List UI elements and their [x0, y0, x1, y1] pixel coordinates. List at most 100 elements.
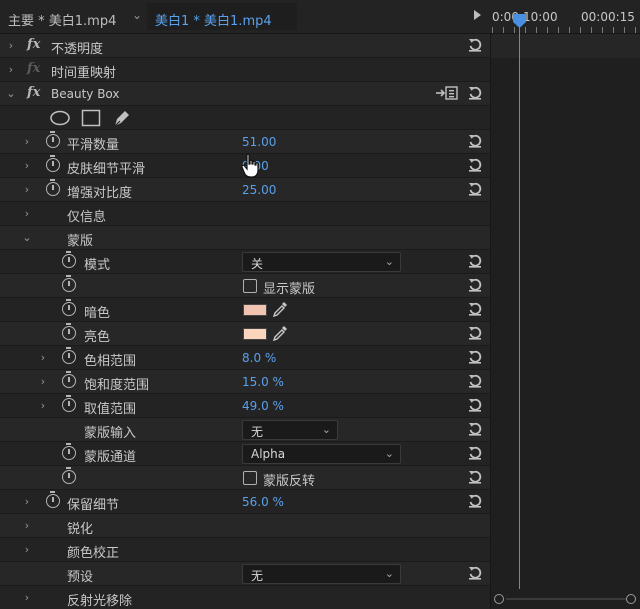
- reset-icon[interactable]: [467, 325, 483, 341]
- scroll-end-handle[interactable]: [626, 594, 636, 604]
- hue-range-value[interactable]: 8.0 %: [242, 351, 276, 365]
- group-row-color-correction[interactable]: › 颜色校正: [0, 538, 490, 562]
- collapse-icon[interactable]: ⌄: [22, 231, 32, 244]
- reset-icon[interactable]: [467, 397, 483, 413]
- expand-icon[interactable]: ›: [22, 159, 32, 172]
- reset-icon[interactable]: [467, 469, 483, 485]
- playhead-line[interactable]: [519, 22, 520, 589]
- effect-row-opacity[interactable]: › fx 不透明度: [0, 34, 490, 58]
- reset-icon[interactable]: [467, 301, 483, 317]
- reset-icon[interactable]: [467, 181, 483, 197]
- stopwatch-icon[interactable]: [62, 443, 76, 460]
- stopwatch-icon[interactable]: [46, 491, 60, 508]
- play-icon[interactable]: [474, 10, 481, 20]
- reset-icon[interactable]: [467, 133, 483, 149]
- reset-icon[interactable]: [467, 253, 483, 269]
- reset-icon[interactable]: [467, 445, 483, 461]
- collapse-icon[interactable]: ⌄: [6, 87, 16, 100]
- param-row-mask-channel[interactable]: 蒙版通道 Alpha ⌄: [0, 442, 490, 466]
- value-range-value[interactable]: 49.0 %: [242, 399, 284, 413]
- preserve-detail-value[interactable]: 56.0 %: [242, 495, 284, 509]
- export-icon[interactable]: [435, 85, 459, 101]
- invert-mask-checkbox[interactable]: [243, 471, 257, 485]
- param-row-invert-mask[interactable]: 蒙版反转: [0, 466, 490, 490]
- expand-icon[interactable]: ›: [22, 543, 32, 556]
- stopwatch-icon[interactable]: [46, 131, 60, 148]
- timeline-panel[interactable]: [490, 34, 640, 609]
- dark-color-swatch[interactable]: [243, 304, 267, 316]
- show-mask-checkbox[interactable]: [243, 279, 257, 293]
- expand-icon[interactable]: ›: [22, 591, 32, 604]
- stopwatch-icon[interactable]: [46, 155, 60, 172]
- playhead-handle[interactable]: [513, 14, 526, 28]
- effect-row-beauty-box[interactable]: ⌄ fx Beauty Box: [0, 82, 490, 106]
- timeline-zoom-scrollbar[interactable]: [492, 592, 640, 606]
- param-row-mode[interactable]: 模式 关 ⌄: [0, 250, 490, 274]
- group-row-reflection-removal[interactable]: › 反射光移除: [0, 586, 490, 609]
- scroll-track[interactable]: [506, 598, 626, 600]
- saturation-range-value[interactable]: 15.0 %: [242, 375, 284, 389]
- reset-icon[interactable]: [467, 421, 483, 437]
- timeline-clip-band[interactable]: [491, 34, 640, 58]
- param-row-hue-range[interactable]: › 色相范围 8.0 %: [0, 346, 490, 370]
- expand-icon[interactable]: ›: [22, 207, 32, 220]
- reset-icon[interactable]: [467, 493, 483, 509]
- param-row-contrast[interactable]: › 增强对比度 25.00: [0, 178, 490, 202]
- expand-icon[interactable]: ›: [22, 495, 32, 508]
- reset-icon[interactable]: [467, 349, 483, 365]
- param-row-value-range[interactable]: › 取值范围 49.0 %: [0, 394, 490, 418]
- chevron-down-icon[interactable]: ⌄: [132, 8, 142, 22]
- smoothing-value[interactable]: 51.00: [242, 135, 276, 149]
- stopwatch-icon[interactable]: [62, 323, 76, 340]
- reset-icon[interactable]: [467, 565, 483, 581]
- stopwatch-icon[interactable]: [62, 371, 76, 388]
- stopwatch-icon[interactable]: [62, 299, 76, 316]
- param-row-mask-input[interactable]: 蒙版输入 无 ⌄: [0, 418, 490, 442]
- reset-icon[interactable]: [467, 277, 483, 293]
- light-color-swatch[interactable]: [243, 328, 267, 340]
- expand-icon[interactable]: ›: [22, 519, 32, 532]
- param-row-dark-color[interactable]: 暗色: [0, 298, 490, 322]
- expand-icon[interactable]: ›: [22, 135, 32, 148]
- stopwatch-icon[interactable]: [62, 347, 76, 364]
- param-row-smoothing[interactable]: › 平滑数量 51.00: [0, 130, 490, 154]
- group-row-mask[interactable]: ⌄ 蒙版: [0, 226, 490, 250]
- eyedropper-icon[interactable]: [272, 301, 288, 318]
- scroll-start-handle[interactable]: [494, 594, 504, 604]
- preset-dropdown[interactable]: 无 ⌄: [242, 564, 401, 584]
- expand-icon[interactable]: ›: [38, 375, 48, 388]
- pen-mask-icon[interactable]: [111, 107, 133, 129]
- effect-row-time-remap[interactable]: › fx 时间重映射: [0, 58, 490, 82]
- mask-input-dropdown[interactable]: 无 ⌄: [242, 420, 338, 440]
- expand-icon[interactable]: ›: [38, 399, 48, 412]
- stopwatch-icon[interactable]: [46, 179, 60, 196]
- mask-channel-dropdown[interactable]: Alpha ⌄: [242, 444, 401, 464]
- eyedropper-icon[interactable]: [272, 325, 288, 342]
- stopwatch-icon[interactable]: [62, 275, 76, 292]
- param-row-preset[interactable]: 预设 无 ⌄: [0, 562, 490, 586]
- rectangle-mask-icon[interactable]: [80, 107, 102, 129]
- reset-icon[interactable]: [467, 157, 483, 173]
- stopwatch-icon[interactable]: [62, 467, 76, 484]
- sequence-tab[interactable]: 美白1 * 美白1.mp4: [147, 3, 297, 30]
- expand-icon[interactable]: ›: [6, 63, 16, 76]
- stopwatch-icon[interactable]: [62, 395, 76, 412]
- ellipse-mask-icon[interactable]: [49, 107, 71, 129]
- source-clip-label[interactable]: 主要 * 美白1.mp4: [8, 10, 116, 29]
- fx-icon[interactable]: fx: [27, 85, 40, 100]
- stopwatch-icon[interactable]: [62, 251, 76, 268]
- reset-icon[interactable]: [467, 373, 483, 389]
- contrast-value[interactable]: 25.00: [242, 183, 276, 197]
- expand-icon[interactable]: ›: [38, 351, 48, 364]
- expand-icon[interactable]: ›: [6, 39, 16, 52]
- fx-icon[interactable]: fx: [27, 37, 40, 52]
- param-row-saturation-range[interactable]: › 饱和度范围 15.0 %: [0, 370, 490, 394]
- param-row-show-mask[interactable]: 显示蒙版: [0, 274, 490, 298]
- group-row-info-only[interactable]: › 仅信息: [0, 202, 490, 226]
- reset-icon[interactable]: [467, 85, 483, 101]
- expand-icon[interactable]: ›: [22, 183, 32, 196]
- param-row-light-color[interactable]: 亮色: [0, 322, 490, 346]
- reset-icon[interactable]: [467, 37, 483, 53]
- mode-dropdown[interactable]: 关 ⌄: [242, 252, 401, 272]
- param-row-preserve-detail[interactable]: › 保留细节 56.0 %: [0, 490, 490, 514]
